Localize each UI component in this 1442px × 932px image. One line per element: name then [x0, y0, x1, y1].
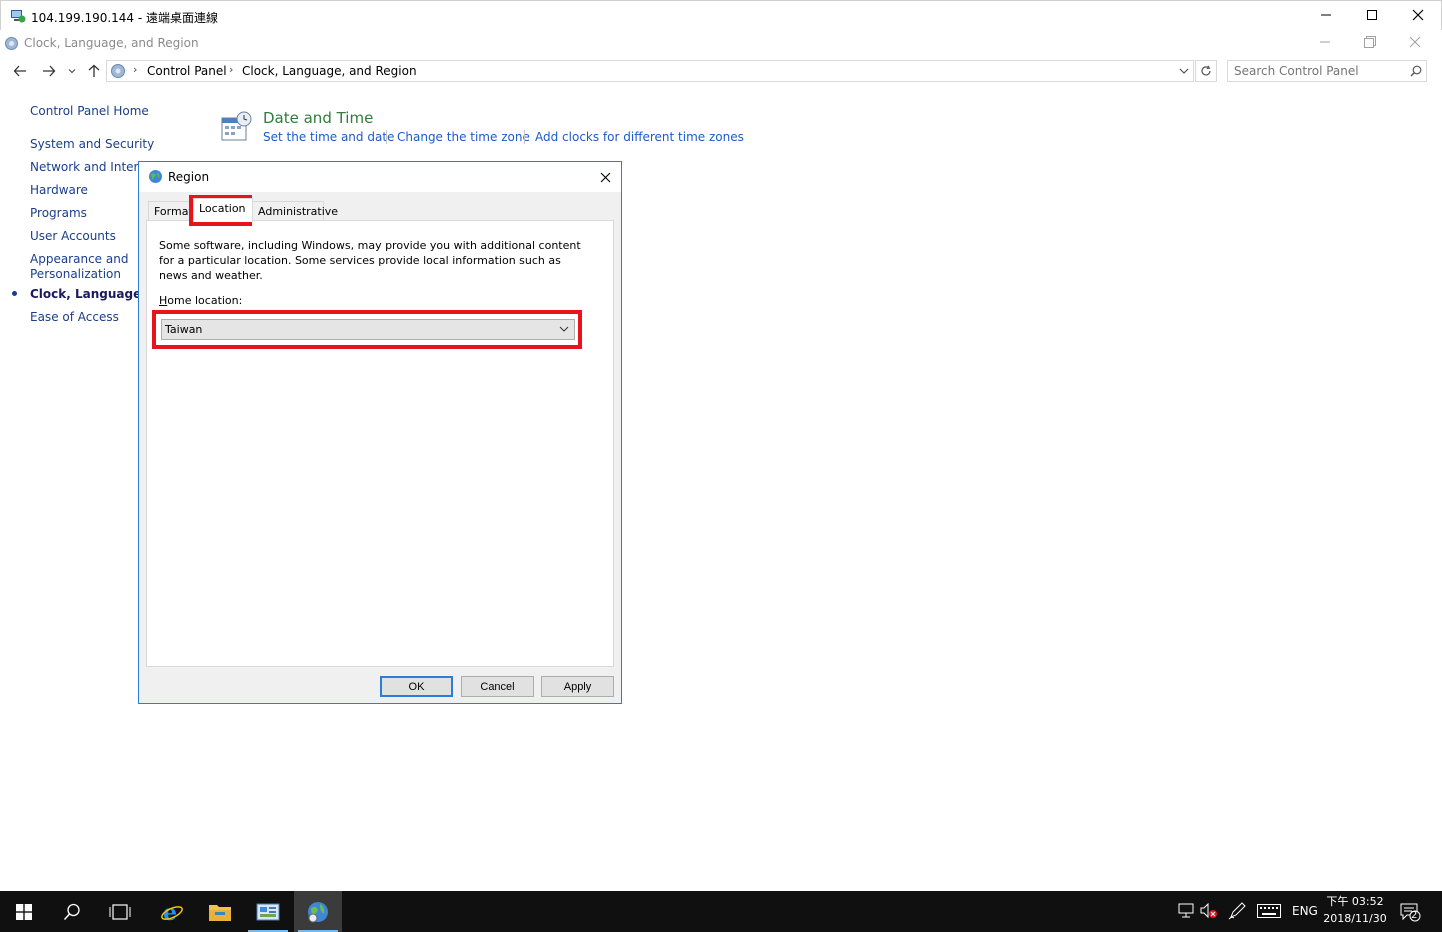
sidebar-item-appearance[interactable]: Appearance and	[30, 252, 128, 266]
rdp-close-button[interactable]	[1395, 0, 1441, 30]
file-explorer-button[interactable]	[196, 891, 244, 932]
location-tab-panel: Some software, including Windows, may pr…	[146, 220, 614, 667]
recent-locations-button[interactable]	[64, 61, 80, 81]
up-button[interactable]	[84, 61, 104, 81]
close-icon	[600, 172, 610, 182]
dialog-title: Region	[168, 170, 210, 184]
rdp-maximize-button[interactable]	[1349, 0, 1395, 30]
folder-icon	[209, 904, 231, 921]
region-dialog: Region Formats Location Administrative S…	[138, 161, 622, 704]
close-icon	[1412, 9, 1424, 21]
search-icon	[63, 903, 80, 920]
minimize-icon	[1321, 14, 1331, 16]
clock-time: 下午 03:52	[1326, 895, 1384, 908]
pen-icon[interactable]	[1228, 902, 1246, 920]
link-divider	[386, 130, 387, 144]
rdp-minimize-button[interactable]	[1303, 0, 1349, 30]
remote-desktop-icon	[11, 10, 26, 23]
home-location-label-text: ome location:	[167, 294, 243, 307]
windows-logo-icon	[16, 903, 32, 920]
clock-date: 2018/11/30	[1323, 912, 1387, 925]
breadcrumb-separator: ›	[229, 63, 234, 76]
task-view-icon	[109, 903, 131, 920]
add-clocks-link[interactable]: Add clocks for different time zones	[535, 130, 744, 144]
notification-count: 2	[1411, 910, 1418, 921]
cancel-button[interactable]: Cancel	[461, 676, 534, 697]
search-input[interactable]	[1234, 64, 1404, 78]
globe-icon	[308, 901, 328, 922]
breadcrumb-control-panel[interactable]: Control Panel	[147, 64, 227, 78]
apply-button[interactable]: Apply	[541, 676, 614, 697]
date-time-icon	[221, 111, 252, 141]
tab-location[interactable]: Location	[193, 198, 253, 222]
task-view-button[interactable]	[96, 891, 144, 932]
tab-formats[interactable]: Formats	[148, 201, 199, 221]
chevron-down-icon[interactable]	[1179, 67, 1189, 75]
sidebar-item-programs[interactable]: Programs	[30, 206, 87, 220]
sidebar-item-hardware[interactable]: Hardware	[30, 183, 88, 197]
ok-button[interactable]: OK	[380, 676, 453, 697]
sidebar-item-ease-of-access[interactable]: Ease of Access	[30, 310, 119, 324]
control-panel-taskbar-button[interactable]	[244, 891, 292, 932]
refresh-icon	[1201, 65, 1211, 76]
minimize-icon	[1320, 41, 1330, 43]
control-panel-icon	[256, 903, 280, 920]
highlight-home-location	[152, 310, 582, 349]
rdp-title: 104.199.190.144 - 遠端桌面連線	[31, 11, 219, 25]
sidebar-item-system-security[interactable]: System and Security	[30, 137, 154, 151]
window-minimize-button[interactable]	[1310, 32, 1340, 52]
close-icon	[1409, 36, 1421, 48]
tab-administrative[interactable]: Administrative	[252, 201, 338, 221]
window-restore-button[interactable]	[1355, 32, 1385, 52]
network-icon[interactable]	[1177, 903, 1195, 919]
window-close-button[interactable]	[1400, 32, 1430, 52]
start-button[interactable]	[0, 891, 48, 932]
link-divider	[524, 130, 525, 144]
chevron-down-icon	[68, 69, 76, 74]
breadcrumb-clock-language-region[interactable]: Clock, Language, and Region	[242, 64, 417, 78]
internet-explorer-icon: e	[161, 900, 183, 924]
region-taskbar-button[interactable]	[294, 891, 342, 932]
sidebar-item-user-accounts[interactable]: User Accounts	[30, 229, 116, 243]
current-item-bullet	[12, 291, 17, 296]
control-panel-icon	[5, 37, 18, 50]
arrow-up-icon	[88, 64, 100, 77]
date-time-heading[interactable]: Date and Time	[263, 109, 373, 127]
window-title: Clock, Language, and Region	[24, 36, 199, 50]
sidebar-item-control-panel-home[interactable]: Control Panel Home	[30, 104, 149, 118]
rdp-title-bar: 104.199.190.144 - 遠端桌面連線	[0, 0, 1442, 30]
back-button[interactable]	[10, 61, 30, 81]
forward-button[interactable]	[39, 61, 59, 81]
keyboard-icon[interactable]	[1257, 904, 1281, 918]
restore-icon	[1364, 36, 1376, 48]
globe-icon	[149, 170, 162, 183]
breadcrumb-separator: ›	[133, 63, 138, 76]
refresh-button[interactable]	[1195, 60, 1217, 82]
change-time-zone-link[interactable]: Change the time zone	[397, 130, 530, 144]
address-bar[interactable]: › Control Panel › Clock, Language, and R…	[106, 60, 1194, 82]
dialog-close-button[interactable]	[595, 167, 615, 187]
search-box[interactable]	[1227, 60, 1427, 82]
arrow-right-icon	[43, 65, 56, 77]
maximize-icon	[1367, 10, 1377, 20]
volume-muted-icon[interactable]	[1200, 903, 1218, 919]
sidebar-item-personalization[interactable]: Personalization	[30, 267, 121, 281]
control-panel-icon	[111, 64, 125, 78]
location-description: Some software, including Windows, may pr…	[159, 239, 581, 282]
input-language[interactable]: ENG	[1292, 904, 1318, 918]
taskbar: e	[0, 891, 1442, 932]
arrow-left-icon	[13, 65, 26, 77]
dialog-title-bar[interactable]: Region	[139, 162, 621, 192]
home-location-label: Home location:	[159, 294, 242, 307]
clock[interactable]: 下午 03:52 2018/11/30	[1320, 893, 1390, 927]
search-taskbar-button[interactable]	[48, 891, 96, 932]
search-icon[interactable]	[1410, 65, 1422, 77]
set-time-date-link[interactable]: Set the time and date	[263, 130, 394, 144]
internet-explorer-button[interactable]: e	[148, 891, 196, 932]
